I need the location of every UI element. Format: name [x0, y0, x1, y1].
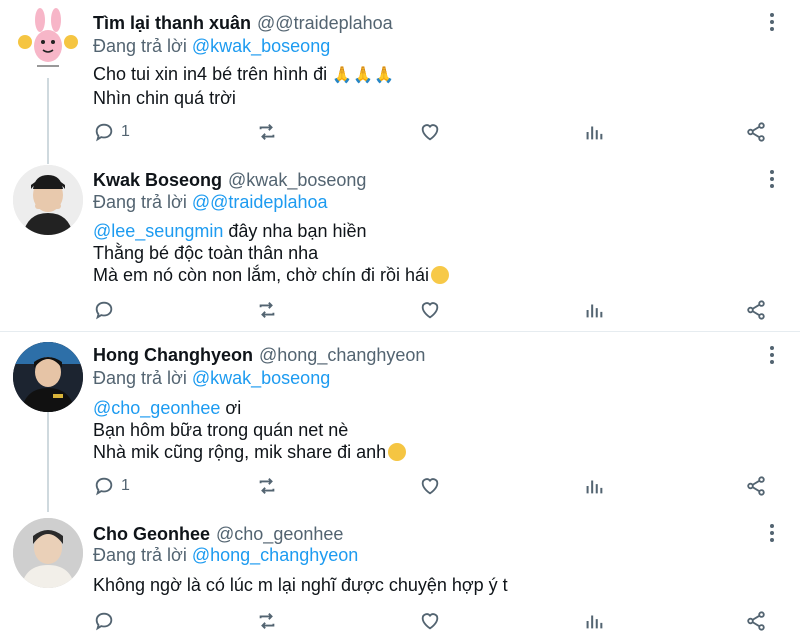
share-button[interactable] [745, 473, 767, 499]
tweet-text: ơi [225, 398, 242, 418]
more-options-icon[interactable] [762, 168, 782, 190]
reply-to-mention[interactable]: @@traideplahoa [192, 192, 328, 212]
reply-prefix: Đang trả lời [93, 368, 187, 388]
analytics-icon [586, 126, 603, 140]
avatar[interactable] [13, 518, 83, 588]
analytics-button[interactable] [583, 297, 605, 323]
more-options-icon[interactable] [762, 522, 782, 544]
heart-icon [421, 613, 439, 630]
tweet-text: Không ngờ là có lúc m lại nghĩ được chuy… [93, 575, 508, 595]
share-icon [747, 300, 765, 320]
display-name[interactable]: Cho Geonhee [93, 524, 210, 544]
share-icon [747, 122, 765, 142]
tweet-3[interactable]: Hong Changhyeon @hong_changhyeon Đang trả… [0, 332, 800, 512]
heart-icon [421, 302, 439, 319]
tweet-text: Mà em nó còn non lắm, chờ chín đi rồi há… [93, 265, 429, 285]
tweet-text: Thằng bé độc toàn thân nha [93, 243, 319, 263]
tweet-text-line: Cho tui xin in4 bé trên hình đi 🙏🙏🙏 [93, 63, 395, 87]
reply-prefix: Đang trả lời [93, 192, 187, 212]
reply-button[interactable] [93, 608, 121, 634]
tweet-text-line: Mà em nó còn non lắm, chờ chín đi rồi há… [93, 264, 449, 286]
tweet-text: đây nha bạn hiền [228, 221, 367, 241]
tweet-text: Nhìn chin quá trời [93, 88, 236, 108]
like-button[interactable] [419, 473, 441, 499]
retweet-icon [259, 478, 275, 494]
reply-icon [95, 477, 113, 496]
tweet-text: Nhà mik cũng rộng, mik share đi anh [93, 442, 387, 462]
analytics-button[interactable] [583, 608, 605, 634]
tweet-2[interactable]: Kwak Boseong @kwak_boseong Đang trả lời @… [0, 160, 800, 330]
avatar[interactable] [13, 165, 83, 235]
display-name[interactable]: Tìm lại thanh xuân [93, 13, 251, 33]
share-button[interactable] [745, 297, 767, 323]
shushing-face-emoji [430, 266, 449, 284]
tweet-text: Bạn hôm bữa trong quán net nè [93, 420, 349, 440]
retweet-button[interactable] [256, 297, 278, 323]
retweet-button[interactable] [256, 608, 278, 634]
retweet-button[interactable] [256, 473, 278, 499]
mention-link[interactable]: @lee_seungmin [93, 221, 223, 241]
tweet-text-line: @cho_geonhee ơi [93, 397, 406, 419]
tweet-1[interactable]: Tìm lại thanh xuân @@traideplahoa Đang tr… [0, 0, 800, 160]
more-options-icon[interactable] [762, 344, 782, 366]
mention-link[interactable]: @cho_geonhee [93, 398, 220, 418]
analytics-button[interactable] [583, 473, 605, 499]
like-button[interactable] [419, 608, 441, 634]
retweet-icon [259, 302, 275, 318]
analytics-button[interactable] [583, 119, 605, 145]
display-name[interactable]: Kwak Boseong [93, 170, 222, 190]
tweet-4[interactable]: Cho Geonhee @cho_geonhee Đang trả lời @ho… [0, 512, 800, 637]
user-handle[interactable]: @cho_geonhee [216, 524, 343, 544]
reply-button[interactable]: 1 [93, 119, 130, 145]
share-icon [747, 611, 765, 631]
user-handle[interactable]: @kwak_boseong [228, 170, 366, 190]
cartoon-bunny-icon [18, 8, 78, 67]
reply-button[interactable]: 1 [93, 473, 130, 499]
reply-to-mention[interactable]: @kwak_boseong [192, 368, 330, 388]
heart-icon [421, 478, 439, 495]
user-handle[interactable]: @@traideplahoa [257, 13, 393, 33]
display-name[interactable]: Hong Changhyeon [93, 345, 253, 365]
cat-emoji [388, 443, 407, 461]
avatar[interactable] [13, 342, 83, 412]
tweet-text-line: Nhà mik cũng rộng, mik share đi anh [93, 441, 407, 463]
reply-button[interactable] [93, 297, 121, 323]
reply-icon [95, 301, 113, 320]
retweet-icon [259, 613, 275, 629]
tweet-text-line: @lee_seungmin đây nha bạn hiền [93, 220, 449, 242]
reply-icon [95, 123, 113, 142]
analytics-icon [586, 615, 603, 629]
like-button[interactable] [419, 297, 441, 323]
analytics-icon [586, 480, 603, 494]
user-handle[interactable]: @hong_changhyeon [259, 345, 425, 365]
reply-count: 1 [121, 123, 130, 140]
reply-icon [95, 612, 113, 631]
reply-to-mention[interactable]: @hong_changhyeon [192, 545, 358, 565]
profile-photo-icon [13, 518, 83, 588]
share-button[interactable] [745, 608, 767, 634]
reply-to-mention[interactable]: @kwak_boseong [192, 36, 330, 56]
more-options-icon[interactable] [762, 11, 782, 33]
like-button[interactable] [419, 119, 441, 145]
share-button[interactable] [745, 119, 767, 145]
pray-emoji: 🙏🙏🙏 [332, 67, 395, 84]
profile-photo-icon [13, 342, 83, 412]
profile-photo-icon [13, 165, 83, 235]
avatar[interactable] [13, 6, 83, 76]
heart-icon [421, 124, 439, 141]
reply-prefix: Đang trả lời [93, 545, 187, 565]
retweet-icon [259, 124, 275, 140]
reply-count: 1 [121, 477, 130, 494]
analytics-icon [586, 304, 603, 318]
reply-prefix: Đang trả lời [93, 36, 187, 56]
retweet-button[interactable] [256, 119, 278, 145]
share-icon [747, 476, 765, 496]
tweet-text: Cho tui xin in4 bé trên hình đi [93, 64, 328, 84]
